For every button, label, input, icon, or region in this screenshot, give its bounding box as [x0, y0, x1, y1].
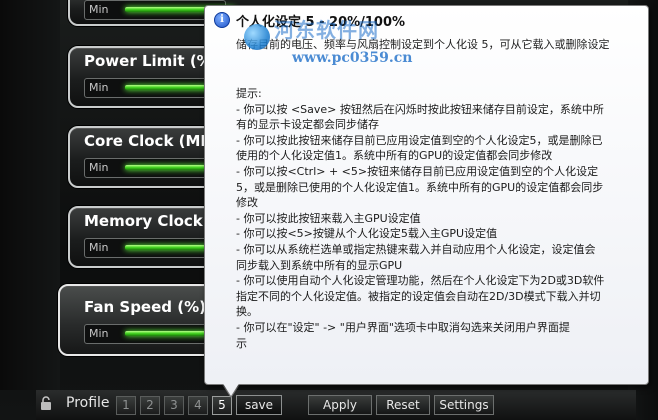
tooltip-line: - 你可以在"设定" -> "用户界面"选项卡中取消勾选来关闭用户界面提 — [236, 320, 570, 334]
profile-button-5[interactable]: 5 — [212, 396, 232, 415]
power-limit-panel: Power Limit (% Min — [68, 46, 235, 108]
tooltip-line: - 你可以按<5>按键从个人化设定5载入主GPU设定值 — [236, 227, 498, 241]
tooltip-line: - 你可以按<Ctrl> + <5>按钮来储存目前已应用设定值到空的个人化设定 — [236, 164, 599, 178]
tooltip-line: 有的显示卡设定都会同步储存 — [236, 118, 379, 132]
profile-label: Profile — [66, 395, 110, 411]
slider-min-label: Min — [89, 81, 109, 94]
fan-speed-panel: Fan Speed (%) Min — [58, 284, 235, 356]
save-button[interactable]: save — [236, 395, 282, 415]
left-panel-decoration — [0, 0, 60, 390]
settings-button[interactable]: Settings — [434, 395, 494, 415]
tooltip-line: - 你可以按 <Save> 按钮然后在闪烁时按此按钮来储存目前设定，系统中所 — [236, 102, 604, 116]
apply-button[interactable]: Apply — [308, 395, 372, 415]
tooltip-line: - 你可以按此按钮来储存目前已应用设定值到空的个人化设定5，或是删除已 — [236, 133, 603, 147]
memory-clock-title: Memory Clock — [84, 212, 203, 230]
power-limit-title: Power Limit (% — [84, 52, 212, 70]
tooltip-line: 换。 — [236, 305, 258, 319]
reset-button[interactable]: Reset — [376, 395, 430, 415]
slider-min-label: Min — [89, 241, 109, 254]
info-icon: i — [214, 12, 230, 28]
slider-min-label: Min — [89, 3, 109, 16]
tooltip-line: 修改 — [236, 196, 258, 210]
tooltip-line: - 你可以按此按钮来载入主GPU设定值 — [236, 211, 421, 225]
site-watermark: 河东软件网 www.pc0359.cn — [244, 14, 434, 76]
tooltip-tail — [222, 382, 240, 396]
tooltip-body: 提示: - 你可以按 <Save> 按钮然后在闪烁时按此按钮来储存目前设定，系统… — [236, 86, 636, 351]
watermark-logo-icon — [244, 24, 270, 50]
voltage-panel: Min — [68, 0, 235, 26]
slider-min-label: Min — [89, 161, 109, 174]
tooltip-line: 提示: — [236, 87, 262, 100]
profile-button-3[interactable]: 3 — [164, 396, 184, 415]
tooltip-line: 指定不同的个人化设定值。被指定的设定值会自动在2D/3D模式下载入并切 — [236, 289, 601, 303]
profile-button-4[interactable]: 4 — [188, 396, 208, 415]
fan-speed-title: Fan Speed (%) — [84, 298, 206, 316]
profile-button-1[interactable]: 1 — [116, 396, 136, 415]
watermark-text-line1: 河东软件网 — [274, 18, 379, 42]
core-clock-title: Core Clock (MH — [84, 132, 213, 150]
tooltip-line: 示 — [236, 336, 247, 350]
tooltip-line: - 你可以从系统栏选单或指定热键来载入并自动应用个人化设定，设定值会 — [236, 242, 596, 256]
watermark-text-line2: www.pc0359.cn — [292, 50, 413, 66]
profile-button-2[interactable]: 2 — [140, 396, 160, 415]
slider-min-label: Min — [89, 327, 109, 340]
lock-icon[interactable] — [40, 396, 52, 410]
tooltip-line: 使用的个人化设定值1。系统中所有的GPU的设定值都会同步修改 — [236, 149, 553, 163]
tooltip-line: 同步载入到系统中所有的显示GPU — [236, 258, 403, 272]
core-clock-panel: Core Clock (MH Min — [68, 126, 235, 188]
tooltip-line: - 你可以使用自动个人化设定管理功能，然后在个人化设定下为2D或3D软件 — [236, 274, 605, 288]
tooltip-line: 5，或是删除已使用的个人化设定值1。系统中所有的GPU的设定值都会同步 — [236, 180, 604, 194]
memory-clock-panel: Memory Clock Min — [68, 206, 235, 268]
